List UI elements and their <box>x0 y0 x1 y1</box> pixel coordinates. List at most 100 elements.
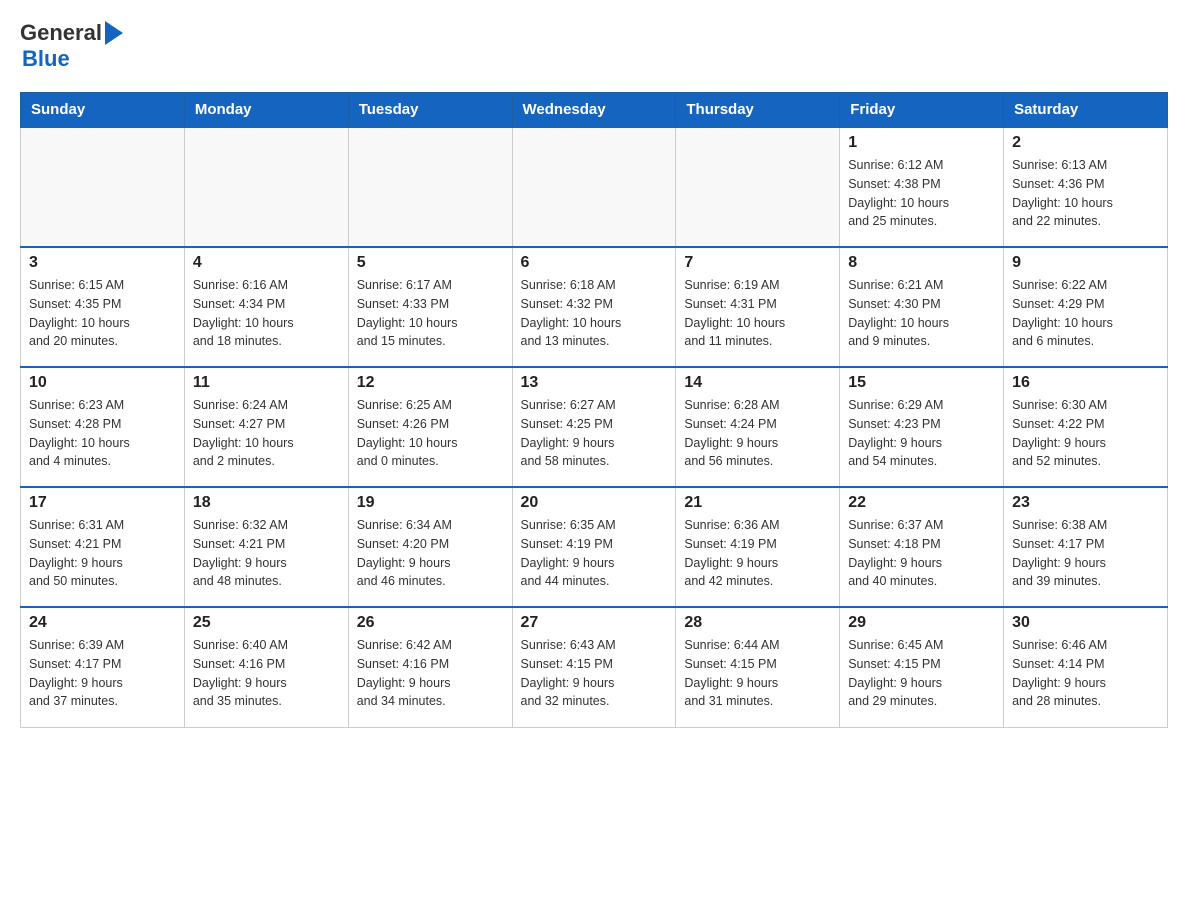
weekday-header-friday: Friday <box>840 93 1004 128</box>
day-info: Sunrise: 6:40 AM Sunset: 4:16 PM Dayligh… <box>193 636 340 711</box>
day-number: 14 <box>684 374 831 392</box>
day-info: Sunrise: 6:37 AM Sunset: 4:18 PM Dayligh… <box>848 516 995 591</box>
calendar-cell: 13Sunrise: 6:27 AM Sunset: 4:25 PM Dayli… <box>512 367 676 487</box>
day-number: 22 <box>848 494 995 512</box>
calendar-cell: 17 Sunrise: 6:31 AM Sunset: 4:21 PM Dayli… <box>21 487 185 607</box>
day-info: Sunrise: 6:29 AM Sunset: 4:23 PM Dayligh… <box>848 396 995 471</box>
calendar-cell: 22 Sunrise: 6:37 AM Sunset: 4:18 PM Dayli… <box>840 487 1004 607</box>
weekday-header-saturday: Saturday <box>1004 93 1168 128</box>
calendar-cell: 3 Sunrise: 6:15 AM Sunset: 4:35 PM Daylig… <box>21 247 185 367</box>
day-number: 15 <box>848 374 995 392</box>
day-info: Sunrise: 6:45 AM Sunset: 4:15 PM Dayligh… <box>848 636 995 711</box>
day-info: Sunrise: 6:17 AM Sunset: 4:33 PM Dayligh… <box>357 276 504 351</box>
day-info: Sunrise: 6:38 AM Sunset: 4:17 PM Dayligh… <box>1012 516 1159 591</box>
day-number: 20 <box>521 494 668 512</box>
calendar-cell: 6 Sunrise: 6:18 AM Sunset: 4:32 PM Daylig… <box>512 247 676 367</box>
logo-general: General <box>20 20 102 46</box>
calendar-cell <box>676 127 840 247</box>
day-info: Sunrise: 6:23 AM Sunset: 4:28 PM Dayligh… <box>29 396 176 471</box>
calendar-table: SundayMondayTuesdayWednesdayThursdayFrid… <box>20 92 1168 728</box>
day-number: 27 <box>521 614 668 632</box>
day-number: 28 <box>684 614 831 632</box>
day-number: 5 <box>357 254 504 272</box>
day-info: Sunrise: 6:30 AM Sunset: 4:22 PM Dayligh… <box>1012 396 1159 471</box>
calendar-cell: 24 Sunrise: 6:39 AM Sunset: 4:17 PM Dayli… <box>21 607 185 727</box>
day-number: 3 <box>29 254 176 272</box>
day-info: Sunrise: 6:31 AM Sunset: 4:21 PM Dayligh… <box>29 516 176 591</box>
calendar-cell <box>21 127 185 247</box>
day-info: Sunrise: 6:15 AM Sunset: 4:35 PM Dayligh… <box>29 276 176 351</box>
week-row-3: 10 Sunrise: 6:23 AM Sunset: 4:28 PM Dayli… <box>21 367 1168 487</box>
calendar-cell: 2 Sunrise: 6:13 AM Sunset: 4:36 PM Daylig… <box>1004 127 1168 247</box>
day-number: 25 <box>193 614 340 632</box>
day-number: 30 <box>1012 614 1159 632</box>
calendar-cell: 15 Sunrise: 6:29 AM Sunset: 4:23 PM Dayli… <box>840 367 1004 487</box>
day-info: Sunrise: 6:34 AM Sunset: 4:20 PM Dayligh… <box>357 516 504 591</box>
day-info: Sunrise: 6:12 AM Sunset: 4:38 PM Dayligh… <box>848 156 995 231</box>
day-info: Sunrise: 6:32 AM Sunset: 4:21 PM Dayligh… <box>193 516 340 591</box>
day-number: 6 <box>521 254 668 272</box>
day-number: 4 <box>193 254 340 272</box>
weekday-header-thursday: Thursday <box>676 93 840 128</box>
day-number: 16 <box>1012 374 1159 392</box>
day-number: 2 <box>1012 134 1159 152</box>
day-number: 12 <box>357 374 504 392</box>
calendar-cell: 30 Sunrise: 6:46 AM Sunset: 4:14 PM Dayli… <box>1004 607 1168 727</box>
day-info: Sunrise: 6:21 AM Sunset: 4:30 PM Dayligh… <box>848 276 995 351</box>
day-number: 29 <box>848 614 995 632</box>
day-number: 26 <box>357 614 504 632</box>
day-number: 1 <box>848 134 995 152</box>
day-number: 23 <box>1012 494 1159 512</box>
calendar-cell: 5 Sunrise: 6:17 AM Sunset: 4:33 PM Daylig… <box>348 247 512 367</box>
calendar-cell: 25 Sunrise: 6:40 AM Sunset: 4:16 PM Dayli… <box>184 607 348 727</box>
calendar-cell <box>348 127 512 247</box>
weekday-header-wednesday: Wednesday <box>512 93 676 128</box>
page-header: General Blue <box>20 20 1168 72</box>
day-info: Sunrise: 6:24 AM Sunset: 4:27 PM Dayligh… <box>193 396 340 471</box>
day-info: Sunrise: 6:19 AM Sunset: 4:31 PM Dayligh… <box>684 276 831 351</box>
day-number: 24 <box>29 614 176 632</box>
week-row-2: 3 Sunrise: 6:15 AM Sunset: 4:35 PM Daylig… <box>21 247 1168 367</box>
calendar-cell: 21Sunrise: 6:36 AM Sunset: 4:19 PM Dayli… <box>676 487 840 607</box>
calendar-cell: 20 Sunrise: 6:35 AM Sunset: 4:19 PM Dayli… <box>512 487 676 607</box>
calendar-cell: 28 Sunrise: 6:44 AM Sunset: 4:15 PM Dayli… <box>676 607 840 727</box>
calendar-cell: 4 Sunrise: 6:16 AM Sunset: 4:34 PM Daylig… <box>184 247 348 367</box>
day-number: 9 <box>1012 254 1159 272</box>
day-info: Sunrise: 6:35 AM Sunset: 4:19 PM Dayligh… <box>521 516 668 591</box>
day-info: Sunrise: 6:39 AM Sunset: 4:17 PM Dayligh… <box>29 636 176 711</box>
day-number: 17 <box>29 494 176 512</box>
day-info: Sunrise: 6:13 AM Sunset: 4:36 PM Dayligh… <box>1012 156 1159 231</box>
day-info: Sunrise: 6:42 AM Sunset: 4:16 PM Dayligh… <box>357 636 504 711</box>
weekday-header-monday: Monday <box>184 93 348 128</box>
calendar-cell: 10 Sunrise: 6:23 AM Sunset: 4:28 PM Dayli… <box>21 367 185 487</box>
logo-blue: Blue <box>22 46 70 71</box>
day-info: Sunrise: 6:18 AM Sunset: 4:32 PM Dayligh… <box>521 276 668 351</box>
day-number: 7 <box>684 254 831 272</box>
day-info: Sunrise: 6:46 AM Sunset: 4:14 PM Dayligh… <box>1012 636 1159 711</box>
calendar-cell: 8Sunrise: 6:21 AM Sunset: 4:30 PM Daylig… <box>840 247 1004 367</box>
calendar-cell <box>184 127 348 247</box>
logo-triangle-icon <box>105 21 123 45</box>
day-info: Sunrise: 6:22 AM Sunset: 4:29 PM Dayligh… <box>1012 276 1159 351</box>
day-info: Sunrise: 6:16 AM Sunset: 4:34 PM Dayligh… <box>193 276 340 351</box>
calendar-cell <box>512 127 676 247</box>
calendar-cell: 26 Sunrise: 6:42 AM Sunset: 4:16 PM Dayli… <box>348 607 512 727</box>
calendar-cell: 29 Sunrise: 6:45 AM Sunset: 4:15 PM Dayli… <box>840 607 1004 727</box>
week-row-4: 17 Sunrise: 6:31 AM Sunset: 4:21 PM Dayli… <box>21 487 1168 607</box>
day-number: 19 <box>357 494 504 512</box>
calendar-cell: 12Sunrise: 6:25 AM Sunset: 4:26 PM Dayli… <box>348 367 512 487</box>
day-info: Sunrise: 6:28 AM Sunset: 4:24 PM Dayligh… <box>684 396 831 471</box>
weekday-header-sunday: Sunday <box>21 93 185 128</box>
calendar-cell: 23 Sunrise: 6:38 AM Sunset: 4:17 PM Dayli… <box>1004 487 1168 607</box>
day-number: 13 <box>521 374 668 392</box>
day-info: Sunrise: 6:44 AM Sunset: 4:15 PM Dayligh… <box>684 636 831 711</box>
day-number: 11 <box>193 374 340 392</box>
weekday-header-row: SundayMondayTuesdayWednesdayThursdayFrid… <box>21 93 1168 128</box>
logo: General Blue <box>20 20 123 72</box>
day-number: 21 <box>684 494 831 512</box>
day-number: 18 <box>193 494 340 512</box>
calendar-cell: 16 Sunrise: 6:30 AM Sunset: 4:22 PM Dayli… <box>1004 367 1168 487</box>
calendar-cell: 9 Sunrise: 6:22 AM Sunset: 4:29 PM Daylig… <box>1004 247 1168 367</box>
calendar-cell: 27Sunrise: 6:43 AM Sunset: 4:15 PM Dayli… <box>512 607 676 727</box>
day-number: 10 <box>29 374 176 392</box>
